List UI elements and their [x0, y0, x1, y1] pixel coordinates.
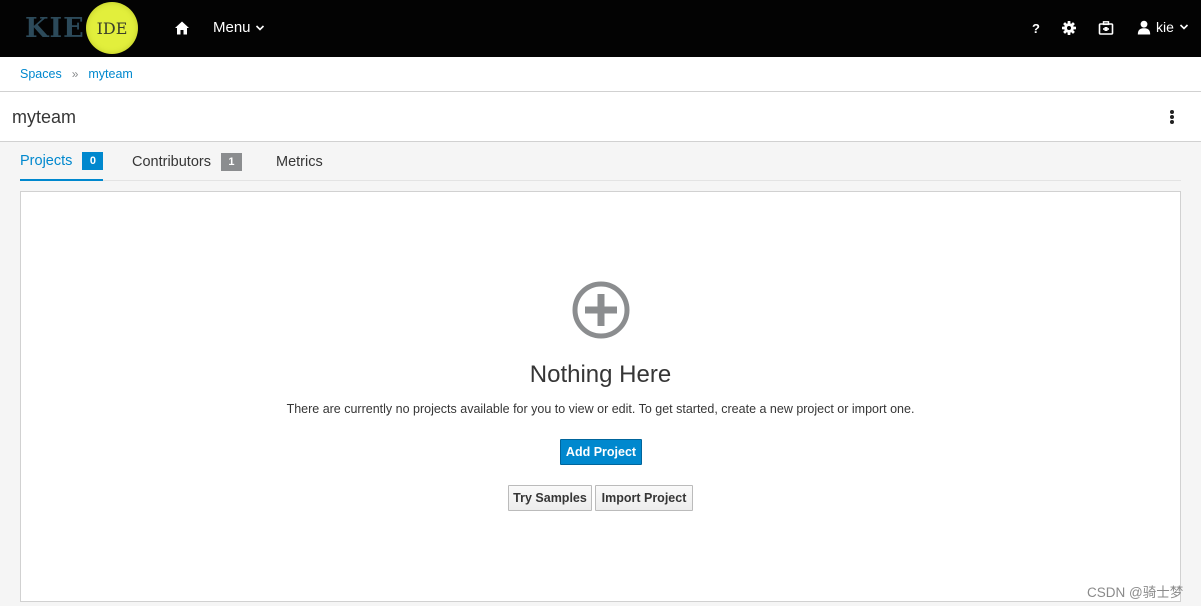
chevron-down-icon: [1179, 24, 1188, 30]
empty-state-message: There are currently no projects availabl…: [286, 402, 915, 416]
try-samples-button[interactable]: Try Samples: [508, 485, 592, 511]
help-icon[interactable]: ?: [1028, 20, 1044, 36]
contributors-count-badge: 1: [220, 152, 242, 171]
briefcase-icon[interactable]: [1098, 20, 1114, 36]
app-logo[interactable]: KIE IDE: [25, 2, 138, 55]
user-name-label: kie: [1156, 19, 1174, 35]
empty-state-title: Nothing Here: [529, 361, 672, 388]
main-menu-dropdown[interactable]: Menu: [213, 19, 265, 36]
tab-metrics[interactable]: Metrics: [276, 142, 323, 181]
breadcrumb-spaces-link[interactable]: Spaces: [20, 67, 62, 81]
logo-kie-text: KIE: [25, 13, 85, 44]
watermark-text: CSDN @骑士梦: [1087, 585, 1184, 600]
top-navbar: KIE IDE Menu ? kie: [0, 0, 1201, 57]
tab-projects[interactable]: Projects 0: [20, 142, 104, 181]
tab-projects-label: Projects: [20, 152, 73, 169]
gear-icon[interactable]: [1061, 20, 1077, 36]
import-project-button[interactable]: Import Project: [595, 485, 693, 511]
add-circle-icon: [572, 281, 630, 339]
main-menu-label: Menu: [213, 19, 251, 36]
kebab-menu-icon[interactable]: [1166, 108, 1178, 126]
projects-count-badge: 0: [82, 151, 104, 170]
projects-panel: Nothing Here There are currently no proj…: [20, 191, 1181, 602]
logo-ide-badge: IDE: [86, 2, 138, 54]
user-menu-dropdown[interactable]: kie: [1137, 19, 1189, 35]
chevron-down-icon: [255, 24, 264, 31]
add-project-button[interactable]: Add Project: [560, 439, 642, 465]
breadcrumb-separator: »: [71, 67, 79, 81]
home-icon[interactable]: [174, 20, 190, 36]
tab-contributors[interactable]: Contributors 1: [132, 142, 242, 181]
breadcrumb: Spaces » myteam: [0, 57, 1201, 92]
page-header: myteam: [0, 92, 1201, 142]
breadcrumb-myteam-link[interactable]: myteam: [88, 67, 132, 81]
tab-metrics-label: Metrics: [276, 153, 323, 170]
tab-bar: Projects 0 Contributors 1 Metrics: [20, 142, 1181, 181]
tab-contributors-label: Contributors: [132, 153, 211, 170]
svg-text:?: ?: [1032, 21, 1040, 36]
user-icon: [1137, 20, 1151, 34]
page-title: myteam: [12, 107, 77, 127]
